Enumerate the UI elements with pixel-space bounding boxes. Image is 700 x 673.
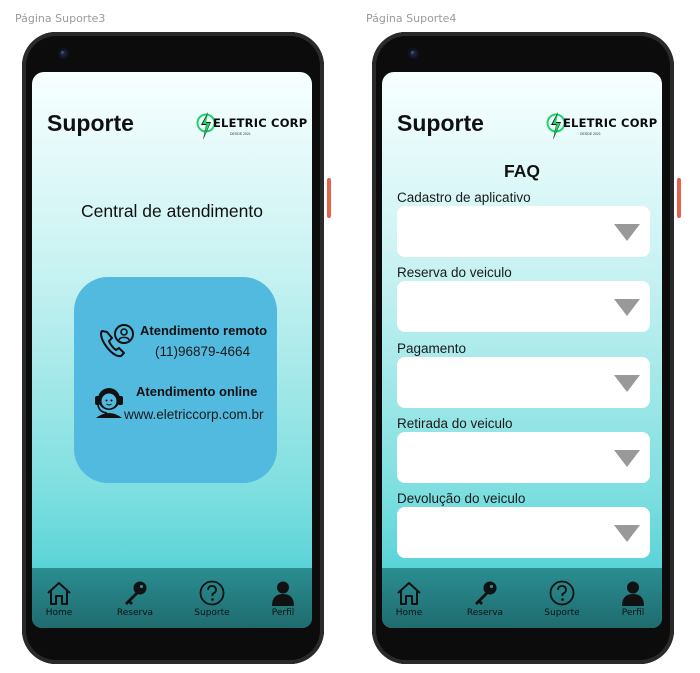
key-icon (125, 581, 147, 605)
faq-label-devolucao: Devolução do veiculo (397, 491, 526, 506)
faq-label-pagamento: Pagamento (397, 341, 467, 356)
nav-label-home: Home (45, 608, 73, 618)
eletric-corp-logo: ELETRIC CORP DESDE 2021 (546, 110, 657, 146)
nav-item-perfil[interactable]: Perfil (608, 568, 658, 628)
nav-label-perfil: Perfil (271, 608, 295, 618)
home-icon (47, 582, 71, 605)
nav-item-reserva[interactable]: Reserva (110, 568, 160, 628)
nav-item-suporte[interactable]: Suporte (537, 568, 587, 628)
phone-person-icon (100, 324, 134, 358)
faq-dropdown-devolucao[interactable] (397, 507, 650, 558)
contact-website-link[interactable]: www.eletriccorp.com.br (124, 407, 264, 422)
frame-label-suporte4: Página Suporte4 (366, 12, 457, 25)
contact-title-remote: Atendimento remoto (140, 323, 268, 338)
logo-tagline: DESDE 2021 (230, 132, 251, 136)
faq-label-reserva: Reserva do veiculo (397, 265, 512, 280)
nav-label-reserva: Reserva (116, 608, 154, 618)
nav-item-suporte[interactable]: Suporte (187, 568, 237, 628)
dropdown-arrow-icon (614, 450, 640, 467)
bottom-nav: Home Reserva Suporte Perfil (32, 568, 312, 628)
question-icon (549, 580, 575, 606)
screen-suporte3: Suporte ELETRIC CORP DESDE 2021 Central … (32, 72, 312, 628)
dropdown-arrow-icon (614, 224, 640, 241)
faq-heading: FAQ (504, 161, 540, 181)
nav-label-suporte: Suporte (194, 608, 230, 618)
side-button (327, 178, 331, 218)
bottom-nav: Home Reserva Suporte Perfil (382, 568, 662, 628)
contact-card: Atendimento remoto (11)96879-4664 Atendi… (74, 277, 277, 483)
logo-name: ELETRIC CORP (563, 116, 658, 130)
faq-label-retirada: Retirada do veiculo (397, 416, 513, 431)
faq-dropdown-retirada[interactable] (397, 432, 650, 483)
faq-dropdown-pagamento[interactable] (397, 357, 650, 408)
faq-dropdown-cadastro[interactable] (397, 206, 650, 257)
screen-suporte4: Suporte ELETRIC CORP DESDE 2021 FAQ Cada… (382, 72, 662, 628)
question-icon (199, 580, 225, 606)
page-title: Suporte (397, 110, 484, 136)
frame-label-suporte3: Página Suporte3 (15, 12, 106, 25)
faq-label-cadastro: Cadastro de aplicativo (397, 190, 531, 205)
nav-label-perfil: Perfil (621, 608, 645, 618)
section-heading: Central de atendimento (81, 201, 263, 221)
user-icon (622, 581, 644, 606)
phone-frame-suporte3: Suporte ELETRIC CORP DESDE 2021 Central … (22, 32, 331, 664)
logo-name: ELETRIC CORP (213, 116, 308, 130)
home-icon (397, 582, 421, 605)
faq-dropdown-reserva[interactable] (397, 281, 650, 332)
headset-agent-icon (95, 388, 123, 418)
page-title: Suporte (47, 110, 134, 136)
front-camera (58, 48, 69, 59)
front-camera (408, 48, 419, 59)
nav-item-home[interactable]: Home (384, 568, 434, 628)
contact-phone-number[interactable]: (11)96879-4664 (155, 344, 250, 359)
contact-title-online: Atendimento online (136, 384, 258, 399)
side-button (677, 178, 681, 218)
eletric-corp-logo: ELETRIC CORP DESDE 2021 (196, 110, 307, 146)
nav-label-reserva: Reserva (466, 608, 504, 618)
dropdown-arrow-icon (614, 525, 640, 542)
nav-item-reserva[interactable]: Reserva (460, 568, 510, 628)
nav-item-home[interactable]: Home (34, 568, 84, 628)
key-icon (475, 581, 497, 605)
logo-tagline: DESDE 2021 (580, 132, 601, 136)
phone-frame-suporte4: Suporte ELETRIC CORP DESDE 2021 FAQ Cada… (372, 32, 681, 664)
nav-item-perfil[interactable]: Perfil (258, 568, 308, 628)
nav-label-home: Home (395, 608, 423, 618)
user-icon (272, 581, 294, 606)
dropdown-arrow-icon (614, 375, 640, 392)
dropdown-arrow-icon (614, 299, 640, 316)
nav-label-suporte: Suporte (544, 608, 580, 618)
